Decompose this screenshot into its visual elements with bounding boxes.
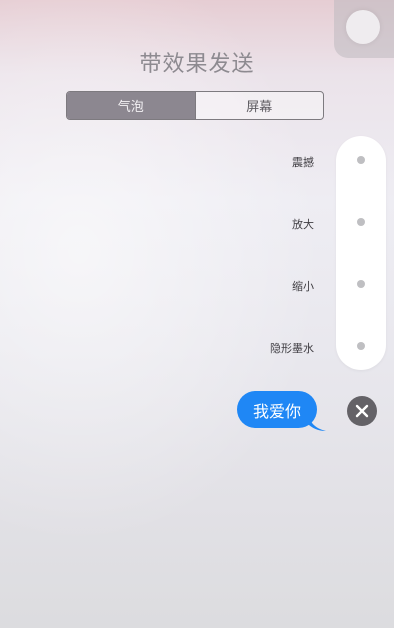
effect-label-invisible-ink[interactable]: 隐形墨水 — [270, 340, 314, 356]
effect-radio-slam[interactable] — [357, 156, 365, 164]
effect-label-gentle[interactable]: 缩小 — [292, 278, 314, 294]
message-bubble-tail — [308, 414, 326, 431]
effect-radio-invisible-ink[interactable] — [357, 342, 365, 350]
effect-radio-loud[interactable] — [357, 218, 365, 226]
close-button[interactable] — [347, 396, 377, 426]
effect-label-slam[interactable]: 震撼 — [292, 154, 314, 170]
tab-screen[interactable]: 屏幕 — [194, 92, 323, 119]
effects-selector-panel — [336, 136, 386, 370]
message-bubble: 我爱你 — [237, 391, 317, 428]
page-title: 带效果发送 — [139, 52, 255, 77]
effect-preview-icon — [346, 10, 380, 44]
message-text: 我爱你 — [252, 401, 301, 421]
effect-type-segmented-control: 气泡 屏幕 — [66, 91, 324, 120]
effect-label-loud[interactable]: 放大 — [292, 216, 314, 232]
tab-bubble[interactable]: 气泡 — [67, 92, 195, 119]
effect-radio-gentle[interactable] — [357, 280, 365, 288]
close-icon — [355, 404, 369, 418]
